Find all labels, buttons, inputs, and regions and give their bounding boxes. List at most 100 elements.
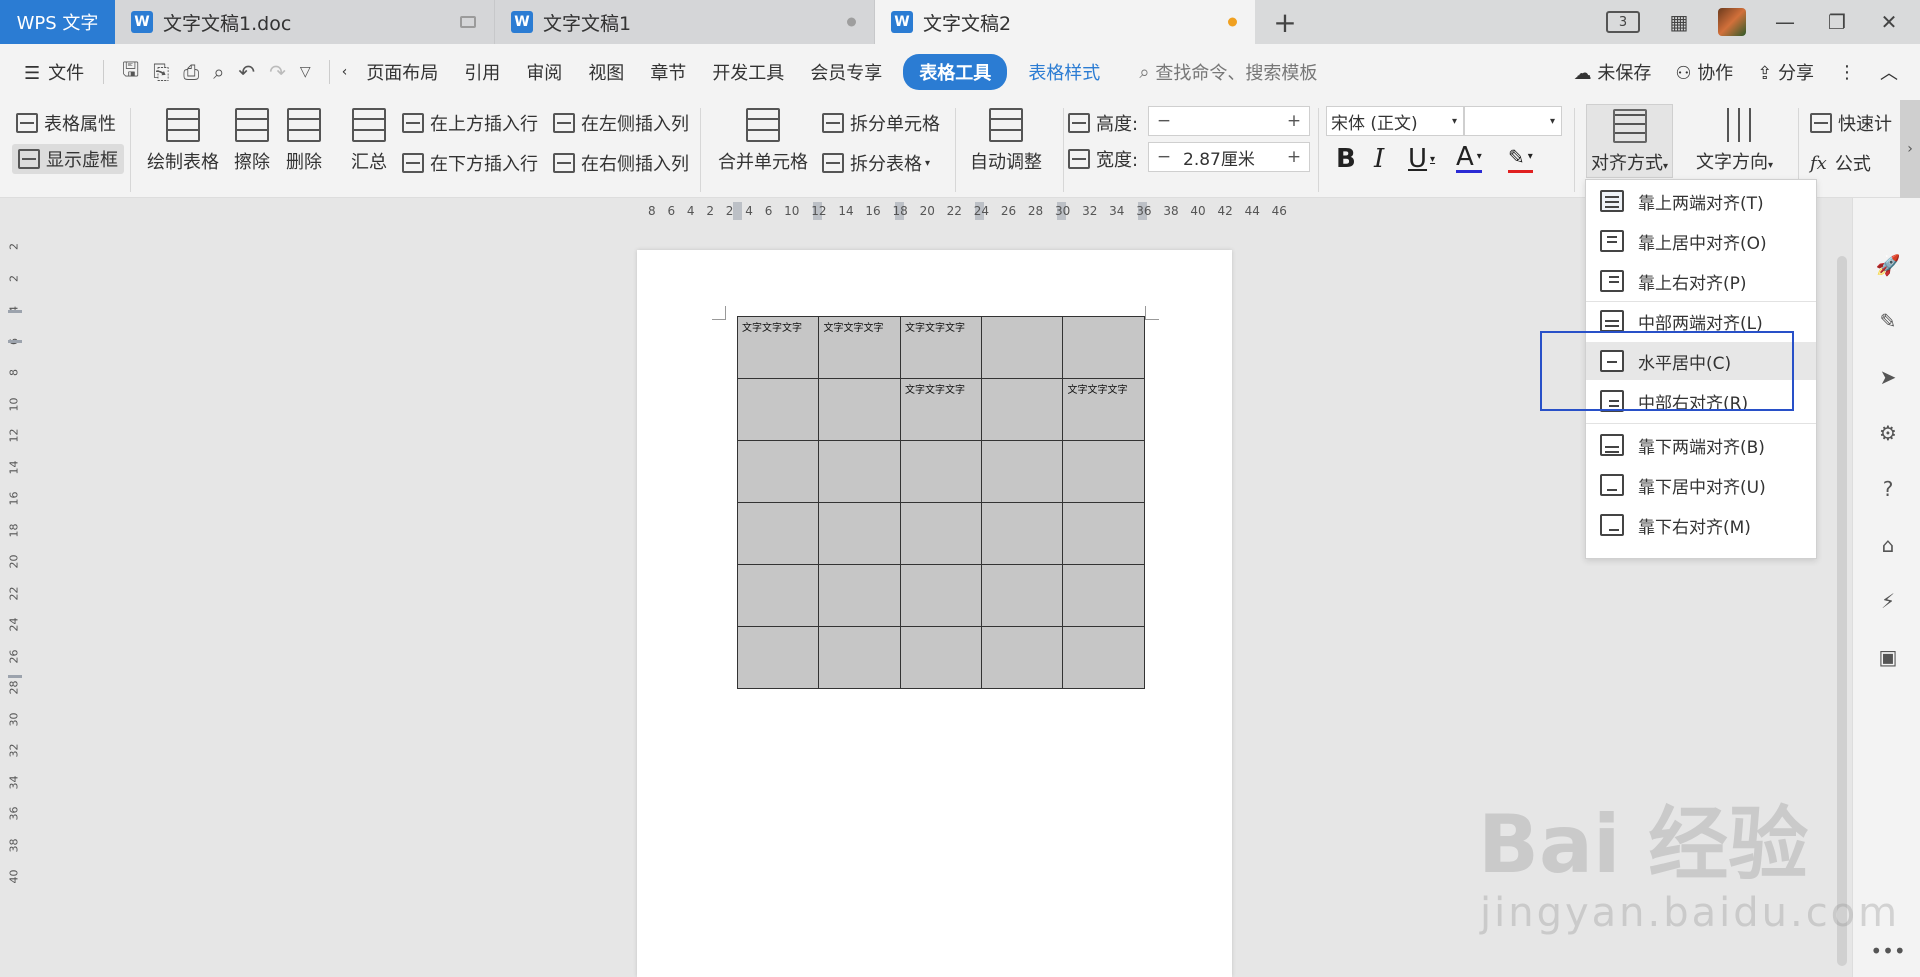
table-cell[interactable]	[981, 378, 1064, 441]
more-dots-icon[interactable]: •••	[1870, 938, 1905, 964]
command-search[interactable]: ⌕ 查找命令、搜索模板	[1113, 59, 1317, 85]
menu-item-align-top-right[interactable]: 靠上右对齐(P)	[1586, 262, 1816, 300]
table-cell[interactable]	[981, 440, 1064, 503]
height-decrement[interactable]: −	[1149, 111, 1179, 131]
formula-button[interactable]: fx 公式	[1810, 150, 1871, 176]
table-cell[interactable]	[899, 626, 983, 689]
menu-item-align-bottom-right[interactable]: 靠下右对齐(M)	[1586, 506, 1816, 544]
height-increment[interactable]: +	[1279, 111, 1309, 131]
table-cell[interactable]	[1062, 440, 1145, 503]
ruler-marker[interactable]	[8, 310, 22, 313]
menu-item-align-bottom-justify[interactable]: 靠下两端对齐(B)	[1586, 426, 1816, 464]
split-table-button[interactable]: 拆分表格 ▾	[822, 150, 930, 176]
menu-view[interactable]: 视图	[575, 59, 637, 85]
close-icon[interactable]: ✕	[1876, 9, 1902, 35]
app-tab[interactable]: WPS 文字	[0, 0, 115, 44]
table-cell[interactable]	[899, 440, 983, 503]
doc-tab-3[interactable]: W 文字文稿2 ·	[875, 0, 1255, 44]
table-cell[interactable]	[981, 564, 1064, 627]
table-cell[interactable]	[818, 502, 901, 565]
table-cell[interactable]	[1062, 316, 1145, 379]
insert-below-button[interactable]: 在下方插入行	[402, 150, 538, 176]
preview-icon[interactable]: ⌕	[213, 60, 224, 84]
vertical-ruler[interactable]: 2246810121416182022242628303234363840	[6, 240, 24, 977]
width-stepper[interactable]: − 2.87厘米 +	[1148, 142, 1310, 172]
auto-adjust-button[interactable]: 自动调整	[970, 108, 1042, 174]
table-cell[interactable]	[1062, 626, 1145, 689]
doc-tab-1[interactable]: W 文字文稿1.doc	[115, 0, 495, 44]
draw-table-button[interactable]: 绘制表格	[147, 108, 219, 174]
text-direction-button[interactable]: 文字方向▾	[1696, 108, 1773, 174]
menu-item-align-bottom-center[interactable]: 靠下居中对齐(U)	[1586, 466, 1816, 504]
font-color-button[interactable]: A ▾	[1456, 144, 1482, 173]
table-cell[interactable]	[1062, 502, 1145, 565]
redo-icon[interactable]: ↷	[269, 60, 286, 84]
height-stepper[interactable]: − +	[1148, 106, 1310, 136]
restore-icon[interactable]: ❐	[1824, 9, 1850, 35]
summary-button[interactable]: 汇总	[351, 108, 387, 174]
table-cell[interactable]: 文字文字文字	[736, 316, 820, 379]
table-cell[interactable]	[981, 316, 1064, 379]
book-search-icon[interactable]: ▣	[1875, 644, 1901, 670]
table-cell[interactable]	[736, 378, 820, 441]
underline-button[interactable]: U ▾	[1408, 144, 1435, 174]
erase-button[interactable]: 擦除	[234, 108, 270, 174]
table-cell[interactable]	[736, 502, 820, 565]
table-cell[interactable]	[981, 502, 1064, 565]
bold-button[interactable]: B	[1336, 144, 1356, 174]
table-props-button[interactable]: 表格属性	[16, 110, 116, 136]
avatar[interactable]	[1718, 8, 1746, 36]
menu-references[interactable]: 引用	[451, 59, 513, 85]
highlight-button[interactable]: ✎ ▾	[1508, 144, 1533, 173]
font-name-select[interactable]: 宋体 (正文) ▾	[1326, 106, 1464, 136]
menu-page-layout[interactable]: 页面布局	[353, 59, 451, 85]
unsaved-button[interactable]: ☁ 未保存	[1574, 59, 1652, 85]
screen-3-icon[interactable]: 3	[1606, 11, 1640, 33]
rocket-icon[interactable]: 🚀	[1875, 252, 1901, 278]
menu-item-align-top-justify[interactable]: 靠上两端对齐(T)	[1586, 182, 1816, 220]
document-table[interactable]: 文字文字文字 文字文字文字 文字文字文字 文字文字文字 文字文字文字	[736, 316, 1145, 689]
table-cell[interactable]	[899, 564, 983, 627]
menu-developer[interactable]: 开发工具	[699, 59, 797, 85]
width-decrement[interactable]: −	[1149, 147, 1179, 167]
minimize-icon[interactable]: —	[1772, 9, 1798, 35]
menu-item-align-top-center[interactable]: 靠上居中对齐(O)	[1586, 222, 1816, 260]
sliders-icon[interactable]: ⚙	[1875, 420, 1901, 446]
table-cell[interactable]	[818, 440, 901, 503]
table-cell[interactable]	[818, 626, 901, 689]
ruler-marker[interactable]	[8, 340, 22, 343]
width-increment[interactable]: +	[1279, 147, 1309, 167]
lightning-icon[interactable]: ⚡	[1875, 588, 1901, 614]
tab-table-tools[interactable]: 表格工具	[903, 54, 1008, 90]
insert-above-button[interactable]: 在上方插入行	[402, 110, 538, 136]
cursor-icon[interactable]: ➤	[1875, 364, 1901, 390]
table-cell[interactable]	[818, 378, 901, 441]
align-button[interactable]: 对齐方式▾	[1586, 104, 1674, 178]
share-button[interactable]: ⇪ 分享	[1757, 59, 1814, 85]
table-cell[interactable]: 文字文字文字	[1062, 378, 1145, 441]
tab-table-style[interactable]: 表格样式	[1015, 59, 1113, 85]
file-menu[interactable]: ☰ 文件	[20, 59, 97, 85]
table-cell[interactable]	[899, 502, 983, 565]
scroll-left-icon[interactable]: ‹	[336, 64, 354, 80]
table-cell[interactable]: 文字文字文字	[818, 316, 901, 379]
font-size-select[interactable]: ▾	[1464, 106, 1562, 136]
menu-section[interactable]: 章节	[637, 59, 699, 85]
italic-button[interactable]: I	[1374, 144, 1384, 174]
collab-button[interactable]: ⚇ 协作	[1675, 59, 1733, 85]
save-icon[interactable]: 🖫	[122, 55, 139, 89]
grid-apps-icon[interactable]: ▦	[1666, 9, 1692, 35]
table-cell[interactable]	[736, 440, 820, 503]
undo-icon[interactable]: ↶	[238, 60, 255, 84]
show-grid-button[interactable]: 显示虚框	[12, 144, 124, 174]
menu-review[interactable]: 审阅	[513, 59, 575, 85]
table-cell[interactable]	[1062, 564, 1145, 627]
table-cell[interactable]	[818, 564, 901, 627]
more-icon[interactable]: ⋮	[1838, 62, 1856, 83]
pen-icon[interactable]: ✎	[1875, 308, 1901, 334]
ribbon-scroll-right-icon[interactable]: ›	[1900, 100, 1920, 198]
new-tab-button[interactable]: +	[1255, 0, 1315, 44]
table-cell[interactable]: 文字文字文字	[899, 378, 983, 441]
doc-tab-2[interactable]: W 文字文稿1 ·	[495, 0, 875, 44]
print-icon[interactable]: ⎙	[183, 60, 199, 84]
